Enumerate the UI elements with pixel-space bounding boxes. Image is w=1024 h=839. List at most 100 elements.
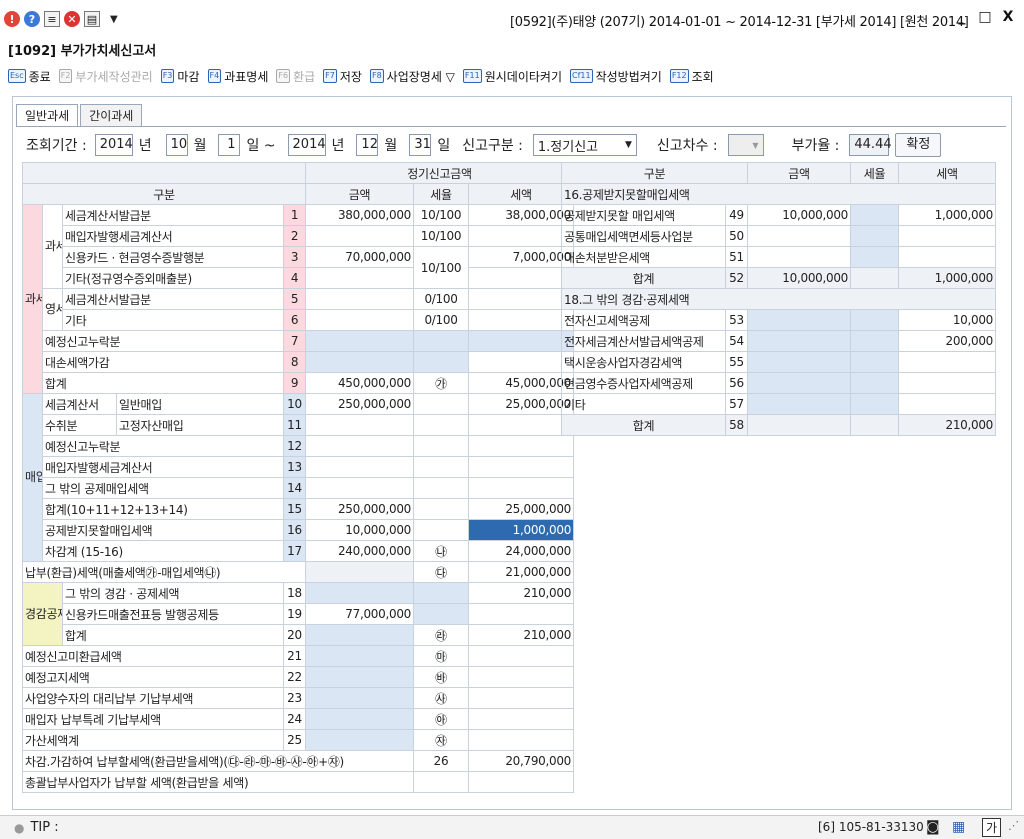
tab-bar: 일반과세 간이과세	[16, 104, 144, 127]
tax-cell[interactable]	[467, 729, 575, 751]
amount-cell[interactable]	[747, 246, 852, 268]
maximize-button[interactable]: □	[976, 9, 994, 25]
amount-cell	[747, 330, 852, 352]
report-type-select[interactable]: 1.정기신고 ▼	[532, 134, 637, 156]
tab-general-taxation[interactable]: 일반과세	[16, 104, 79, 127]
tax-cell[interactable]: 10,000	[898, 309, 997, 331]
tab-simplified-taxation[interactable]: 간이과세	[80, 104, 143, 126]
tax-cell[interactable]	[467, 414, 575, 436]
tax-cell[interactable]	[467, 309, 575, 331]
tax-cell[interactable]	[467, 435, 575, 457]
tax-cell[interactable]	[898, 372, 997, 394]
close-form-icon[interactable]: ✕	[64, 11, 80, 27]
amount-cell: 10,000,000	[747, 267, 852, 289]
close-button[interactable]: X	[999, 9, 1017, 25]
amount-cell[interactable]: 250,000,000	[305, 393, 414, 415]
tax-cell[interactable]: 200,000	[898, 330, 997, 352]
from-year-input[interactable]: 2014	[94, 134, 133, 156]
amount-cell[interactable]: 10,000,000	[747, 204, 852, 226]
tax-cell[interactable]	[467, 771, 575, 793]
tax-cell[interactable]	[467, 666, 575, 688]
group-sales-label: 과세표준및매출세액	[22, 204, 43, 394]
table-row: 차감계 (15-16) 17 240,000,000 ㉯ 24,000,000	[23, 540, 575, 562]
toolbar-f2-button[interactable]: F2 부가세작성관리	[58, 68, 153, 85]
month-unit-label: 월	[193, 138, 207, 154]
f8-key-icon: F8	[369, 69, 384, 83]
tax-cell[interactable]	[898, 351, 997, 373]
tax-cell[interactable]: 25,000,000	[467, 393, 575, 415]
resize-grip-icon[interactable]: ⋰	[1008, 819, 1019, 832]
tax-cell-selected[interactable]: 1,000,000	[467, 519, 575, 541]
camera-icon[interactable]: ◙	[926, 819, 940, 835]
to-year-input[interactable]: 2014	[287, 134, 326, 156]
tax-cell[interactable]	[467, 456, 575, 478]
from-day-input[interactable]: 1	[218, 134, 241, 156]
amount-cell[interactable]: 10,000,000	[305, 519, 414, 541]
toolbar-esc-button[interactable]: Esc 종료	[8, 68, 51, 85]
tax-cell[interactable]	[898, 393, 997, 415]
toolbar-f8-button[interactable]: F8 사업장명세 ▽	[369, 68, 455, 85]
tax-cell[interactable]	[467, 603, 575, 625]
tax-cell[interactable]	[467, 267, 575, 289]
amount-cell[interactable]: 380,000,000	[305, 204, 414, 226]
toolbar-f7-button[interactable]: F7 저장	[323, 68, 362, 85]
tax-cell[interactable]	[467, 708, 575, 730]
amount-cell[interactable]	[305, 267, 414, 289]
lang-indicator[interactable]: 가	[982, 818, 1002, 837]
report-seq-select[interactable]: ▼	[727, 134, 764, 156]
to-day-input[interactable]: 31	[409, 134, 432, 156]
amount-cell[interactable]	[305, 288, 414, 310]
amount-cell[interactable]	[305, 330, 414, 352]
tax-cell[interactable]	[898, 246, 997, 268]
calculator-icon[interactable]: ▦	[952, 819, 965, 835]
tax-cell[interactable]	[467, 225, 575, 247]
help-icon[interactable]: ?	[24, 11, 40, 27]
alert-icon[interactable]: !	[4, 11, 20, 27]
toolbar-f3-button[interactable]: F3 마감	[160, 68, 200, 85]
sub-zero-label: 영세	[42, 288, 63, 331]
amount-cell[interactable]	[747, 225, 852, 247]
amount-cell[interactable]	[305, 477, 414, 499]
amount-cell[interactable]	[305, 351, 414, 373]
memo-icon[interactable]: ≡	[44, 11, 60, 27]
tax-cell[interactable]	[467, 477, 575, 499]
amount-cell[interactable]	[305, 456, 414, 478]
tax-cell[interactable]	[467, 687, 575, 709]
row-number: 17	[283, 540, 306, 562]
amount-cell[interactable]	[305, 435, 414, 457]
tax-cell[interactable]: 7,000,000	[467, 246, 575, 268]
from-month-input[interactable]: 10	[165, 134, 188, 156]
minimize-button[interactable]: _	[953, 9, 971, 25]
row-label: 총괄납부사업자가 납부할 세액(환급받을 세액)	[22, 771, 414, 793]
amount-cell[interactable]	[305, 225, 414, 247]
toolbar-f12-button[interactable]: F12 조회	[669, 68, 714, 85]
row-label: 신용카드매출전표등 발행공제등	[62, 603, 284, 625]
dropdown-arrow-icon[interactable]: ▼	[110, 14, 118, 25]
toolbar-label: 조회	[691, 69, 714, 84]
tax-cell[interactable]: 1,000,000	[898, 204, 997, 226]
tax-cell[interactable]	[467, 330, 575, 352]
amount-cell[interactable]	[305, 309, 414, 331]
tax-cell[interactable]	[898, 225, 997, 247]
header-tax: 세액	[467, 183, 575, 205]
tax-cell[interactable]: 210,000	[467, 582, 575, 604]
tax-cell[interactable]	[467, 288, 575, 310]
tax-cell[interactable]: 38,000,000	[467, 204, 575, 226]
amount-cell	[747, 309, 852, 331]
toolbar-f6-button[interactable]: F6 환급	[276, 68, 315, 85]
row-number: 22	[283, 666, 306, 688]
amount-cell[interactable]: 77,000,000	[305, 603, 414, 625]
tax-cell[interactable]	[467, 645, 575, 667]
document-icon[interactable]: ▤	[84, 11, 100, 27]
tax-cell[interactable]	[467, 351, 575, 373]
toolbar-cf11-button[interactable]: Cf11 작성방법켜기	[569, 68, 662, 85]
toolbar-f4-button[interactable]: F4 과표명세	[207, 68, 268, 85]
confirm-button[interactable]: 확정	[895, 133, 942, 157]
to-month-input[interactable]: 12	[356, 134, 379, 156]
amount-cell[interactable]: 70,000,000	[305, 246, 414, 268]
row-number: 10	[283, 393, 306, 415]
row-label: 차감.가감하여 납부할세액(환급받을세액)(㉰-㉱-㉲-㉳-㉴-㉵+㉶)	[22, 750, 414, 772]
rate-cell: 10/100	[413, 204, 469, 226]
amount-cell[interactable]	[305, 414, 414, 436]
toolbar-f11-button[interactable]: F11 원시데이타켜기	[462, 68, 562, 85]
